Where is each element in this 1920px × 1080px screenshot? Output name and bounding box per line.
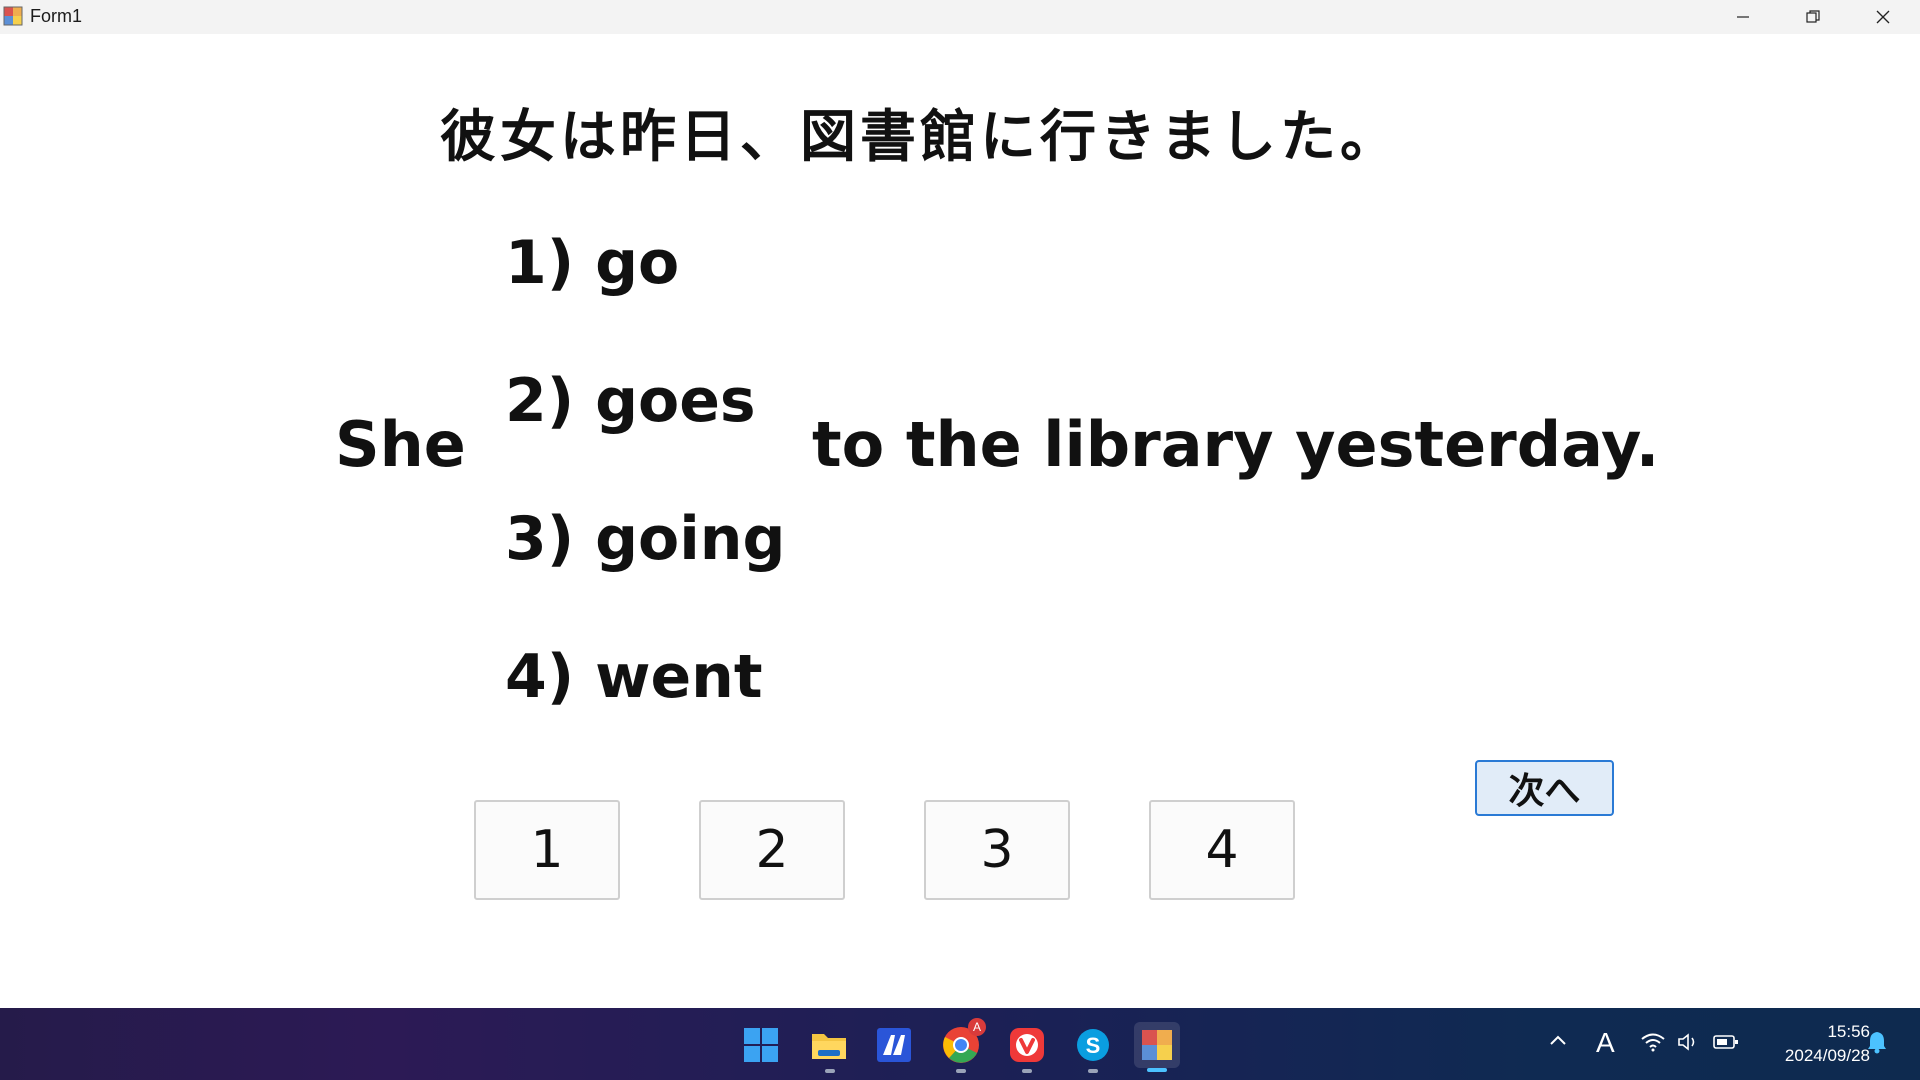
taskbar-file-explorer[interactable] bbox=[806, 1022, 852, 1068]
skype-icon: S bbox=[1077, 1029, 1109, 1061]
taskbar-app-m[interactable] bbox=[871, 1022, 917, 1068]
option-word: goes bbox=[595, 366, 756, 436]
chevron-up-icon bbox=[1550, 1035, 1566, 1045]
clock-time: 15:56 bbox=[1827, 1022, 1870, 1041]
bell-icon bbox=[1868, 1032, 1886, 1054]
option-word: go bbox=[595, 228, 680, 298]
taskbar-skype[interactable]: S bbox=[1070, 1022, 1116, 1068]
close-icon bbox=[1876, 10, 1890, 24]
app-icon bbox=[3, 6, 23, 26]
option-3: 3) going bbox=[505, 504, 785, 574]
tray-overflow-button[interactable] bbox=[1548, 1030, 1568, 1055]
restore-button[interactable] bbox=[1778, 0, 1848, 34]
wifi-icon[interactable] bbox=[1640, 1032, 1666, 1057]
volume-icon[interactable] bbox=[1677, 1032, 1701, 1057]
window-title: Form1 bbox=[30, 6, 83, 26]
japanese-sentence: 彼女は昨日、図書館に行きました。 bbox=[440, 105, 1400, 170]
close-button[interactable] bbox=[1848, 0, 1918, 34]
answer-button-2[interactable]: 2 bbox=[699, 800, 845, 900]
chrome-profile-badge: A bbox=[968, 1018, 986, 1036]
taskbar-form-app[interactable] bbox=[1134, 1022, 1180, 1068]
running-indicator bbox=[1022, 1069, 1032, 1073]
app-m-icon bbox=[877, 1028, 911, 1062]
battery-icon[interactable] bbox=[1713, 1034, 1739, 1055]
minimize-button[interactable] bbox=[1708, 0, 1778, 34]
option-4: 4) went bbox=[505, 642, 763, 712]
next-button[interactable]: 次へ bbox=[1475, 760, 1614, 816]
option-number: 2) bbox=[505, 366, 575, 436]
notification-button[interactable] bbox=[1866, 1030, 1888, 1059]
title-bar: Form1 bbox=[0, 0, 1920, 34]
clock[interactable]: 15:56 2024/09/28 bbox=[1770, 1020, 1870, 1068]
minimize-icon bbox=[1737, 16, 1749, 18]
option-1: 1) go bbox=[505, 228, 679, 298]
restore-icon bbox=[1806, 10, 1820, 23]
option-number: 1) bbox=[505, 228, 575, 298]
running-indicator bbox=[956, 1069, 966, 1073]
active-indicator bbox=[1147, 1068, 1167, 1072]
running-indicator bbox=[1088, 1069, 1098, 1073]
option-2: 2) goes bbox=[505, 366, 756, 436]
vivaldi-icon bbox=[1010, 1028, 1044, 1062]
option-word: going bbox=[595, 504, 786, 574]
windows-logo-icon bbox=[744, 1028, 778, 1062]
option-word: went bbox=[595, 642, 763, 712]
svg-text:S: S bbox=[1086, 1033, 1101, 1058]
taskbar-vivaldi[interactable] bbox=[1004, 1022, 1050, 1068]
answer-button-4[interactable]: 4 bbox=[1149, 800, 1295, 900]
folder-icon bbox=[812, 1034, 846, 1059]
taskbar-chrome[interactable]: A bbox=[938, 1018, 986, 1068]
answer-button-3[interactable]: 3 bbox=[924, 800, 1070, 900]
answer-button-1[interactable]: 1 bbox=[474, 800, 620, 900]
start-button[interactable] bbox=[738, 1022, 784, 1068]
form-app-icon bbox=[1142, 1030, 1172, 1060]
ime-indicator[interactable]: A bbox=[1596, 1027, 1615, 1059]
running-indicator bbox=[825, 1069, 835, 1073]
clock-date: 2024/09/28 bbox=[1784, 1046, 1870, 1065]
sentence-rest: to the library yesterday. bbox=[812, 408, 1660, 481]
option-number: 4) bbox=[505, 642, 575, 712]
sentence-subject: She bbox=[335, 408, 466, 481]
option-number: 3) bbox=[505, 504, 575, 574]
